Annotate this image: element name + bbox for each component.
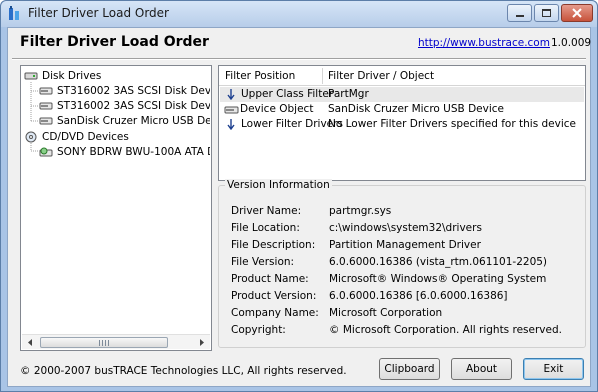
- file-location-value: c:\windows\system32\drivers: [329, 222, 482, 234]
- version-label: 1.0.009: [551, 37, 592, 49]
- filter-driver-cell: PartMgr: [328, 88, 369, 100]
- close-button[interactable]: [561, 4, 593, 22]
- tree-node-disk-drives[interactable]: Disk Drives: [24, 68, 101, 83]
- tree-node-disk-3[interactable]: SanDisk Cruzer Micro USB Device: [39, 113, 210, 128]
- tree-node-label: CD/DVD Devices: [42, 130, 129, 143]
- close-icon: [572, 8, 582, 18]
- maximize-icon: [542, 9, 551, 17]
- tree-node-label: SanDisk Cruzer Micro USB Device: [57, 114, 210, 127]
- column-header-filter-driver[interactable]: Filter Driver / Object: [328, 70, 434, 82]
- scroll-right-icon: [200, 339, 204, 346]
- filter-driver-cell: SanDisk Cruzer Micro USB Device: [328, 103, 504, 115]
- hard-disk-icon: [39, 102, 53, 109]
- hard-disk-icon: [39, 87, 53, 94]
- file-description-label: File Description:: [231, 239, 316, 251]
- file-location-label: File Location:: [231, 222, 300, 234]
- hard-disk-icon: [39, 117, 53, 124]
- disk-group-icon: [24, 72, 38, 79]
- tree-node-label: Disk Drives: [42, 69, 102, 82]
- company-name-label: Company Name:: [231, 307, 319, 319]
- column-divider[interactable]: [322, 68, 323, 84]
- scroll-right-button[interactable]: [195, 336, 209, 349]
- client-area: Filter Driver Load Order http://www.bust…: [7, 27, 591, 387]
- about-button[interactable]: About: [451, 358, 512, 380]
- hard-disk-icon: [224, 106, 239, 113]
- list-row[interactable]: Upper Class Filter PartMgr: [220, 87, 584, 102]
- product-version-label: Product Version:: [231, 290, 317, 302]
- product-version-value: 6.0.6000.16386 [6.0.6000.16386]: [329, 290, 508, 302]
- file-description-value: Partition Management Driver: [329, 239, 481, 251]
- filter-position-cell: Upper Class Filter: [241, 88, 334, 100]
- tree-horizontal-scrollbar[interactable]: [22, 334, 210, 349]
- down-arrow-icon: [227, 118, 235, 130]
- list-row[interactable]: Lower Filter Drivers No Lower Filter Dri…: [220, 117, 584, 132]
- optical-drive-icon: [39, 147, 53, 156]
- driver-name-label: Driver Name:: [231, 205, 302, 217]
- application-window: Filter Driver Load Order Filter Driver L…: [0, 0, 598, 392]
- tree-node-label: SONY BDRW BWU-100A ATA Device: [57, 145, 210, 158]
- window-title: Filter Driver Load Order: [28, 6, 169, 20]
- scroll-left-icon: [28, 339, 32, 346]
- filter-list[interactable]: Filter Position Filter Driver / Object U…: [218, 65, 586, 181]
- minimize-button[interactable]: [507, 4, 532, 22]
- product-name-label: Product Name:: [231, 273, 309, 285]
- file-version-value: 6.0.6000.16386 (vista_rtm.061101-2205): [329, 256, 548, 268]
- copyright-label: Copyright:: [231, 324, 286, 336]
- clipboard-button[interactable]: Clipboard: [379, 358, 440, 380]
- tree-node-cd-dvd-devices[interactable]: CD/DVD Devices: [24, 129, 129, 144]
- filter-position-cell: Device Object: [240, 103, 314, 115]
- footer-copyright: © 2000-2007 busTRACE Technologies LLC, A…: [20, 365, 347, 377]
- tree-node-label: ST316002 3AS SCSI Disk Device: [57, 99, 210, 112]
- website-link[interactable]: http://www.bustrace.com: [418, 37, 550, 49]
- scroll-left-button[interactable]: [23, 336, 37, 349]
- tree-node-disk-2[interactable]: ST316002 3AS SCSI Disk Device: [39, 98, 210, 113]
- maximize-button[interactable]: [534, 4, 559, 22]
- list-header: Filter Position Filter Driver / Object: [219, 66, 585, 86]
- file-version-label: File Version:: [231, 256, 295, 268]
- grip-icon: [99, 340, 109, 346]
- minimize-icon: [515, 15, 524, 17]
- tree-node-optical-1[interactable]: SONY BDRW BWU-100A ATA Device: [39, 144, 210, 159]
- header: Filter Driver Load Order http://www.bust…: [8, 28, 592, 58]
- copyright-value: © Microsoft Corporation. All rights rese…: [329, 324, 562, 336]
- filter-driver-cell: No Lower Filter Drivers specified for th…: [328, 118, 576, 130]
- tree-node-disk-1[interactable]: ST316002 3AS SCSI Disk Device: [39, 83, 210, 98]
- version-information-group: Version Information Driver Name: partmgr…: [218, 179, 586, 348]
- tree-node-label: ST316002 3AS SCSI Disk Device: [57, 84, 210, 97]
- down-arrow-icon: [227, 88, 235, 100]
- header-divider: [12, 58, 586, 60]
- exit-button[interactable]: Exit: [523, 358, 584, 380]
- device-tree[interactable]: Disk Drives ST316002 3AS SCSI Disk Devic…: [20, 65, 212, 351]
- column-header-filter-position[interactable]: Filter Position: [225, 70, 295, 82]
- driver-name-value: partmgr.sys: [329, 205, 392, 217]
- version-information-title: Version Information: [225, 179, 332, 191]
- app-icon: [9, 6, 19, 20]
- list-row[interactable]: Device Object SanDisk Cruzer Micro USB D…: [220, 102, 584, 117]
- scroll-thumb[interactable]: [40, 337, 168, 348]
- company-name-value: Microsoft Corporation: [329, 307, 443, 319]
- cd-dvd-group-icon: [25, 131, 37, 142]
- page-title: Filter Driver Load Order: [20, 34, 209, 50]
- product-name-value: Microsoft® Windows® Operating System: [329, 273, 547, 285]
- title-bar[interactable]: Filter Driver Load Order: [1, 1, 597, 27]
